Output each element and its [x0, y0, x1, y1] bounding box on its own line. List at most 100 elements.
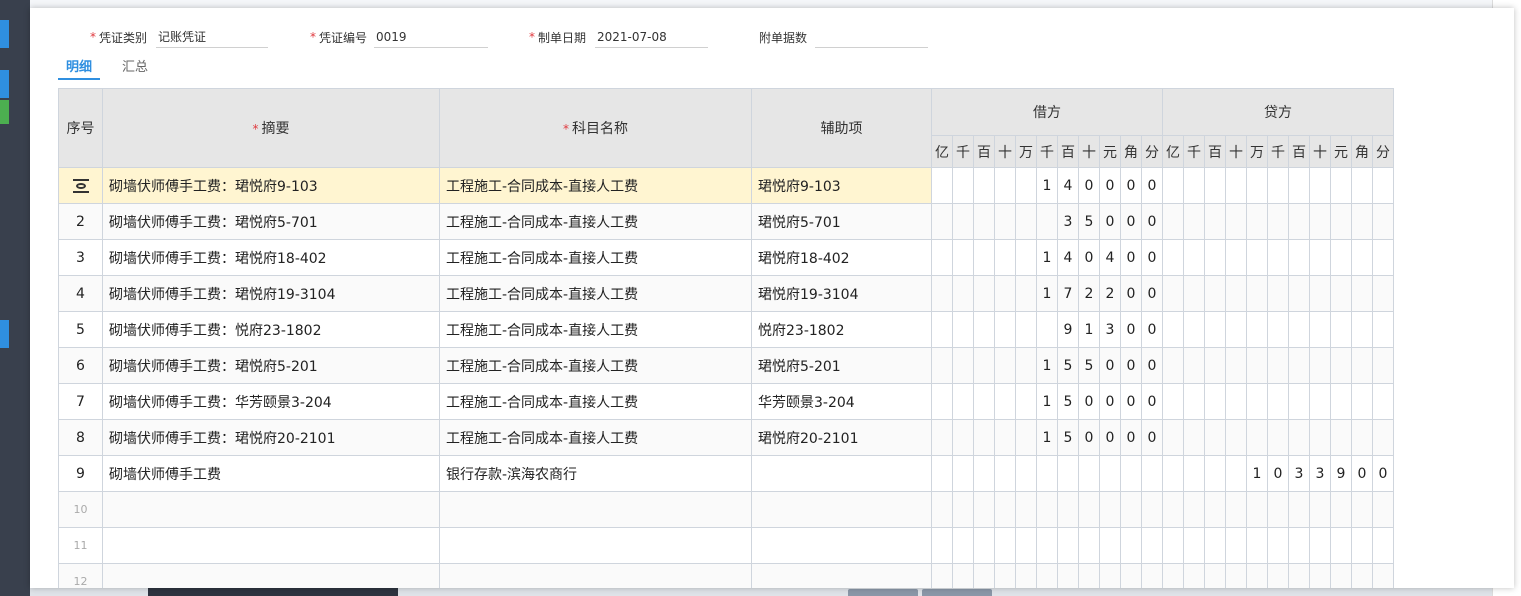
- credit-digit-cell[interactable]: [1267, 167, 1289, 204]
- debit-digit-cell[interactable]: [973, 455, 995, 492]
- debit-digit-cell[interactable]: 5: [1078, 203, 1100, 240]
- credit-digit-cell[interactable]: [1225, 383, 1247, 420]
- credit-digit-cell[interactable]: [1183, 491, 1205, 528]
- debit-digit-cell[interactable]: [931, 383, 953, 420]
- credit-digit-cell[interactable]: [1162, 203, 1184, 240]
- debit-digit-cell[interactable]: [952, 527, 974, 564]
- credit-digit-cell[interactable]: [1246, 311, 1268, 348]
- summary-cell[interactable]: 砌墙伏师傅手工费：珺悦府20-2101: [102, 419, 440, 456]
- credit-digit-cell[interactable]: [1288, 239, 1310, 276]
- summary-cell[interactable]: 砌墙伏师傅手工费：悦府23-1802: [102, 311, 440, 348]
- aux-cell[interactable]: 珺悦府19-3104: [751, 275, 932, 312]
- debit-digit-cell[interactable]: [994, 167, 1016, 204]
- credit-digit-cell[interactable]: [1330, 347, 1352, 384]
- credit-digit-cell[interactable]: [1351, 311, 1373, 348]
- debit-digit-cell[interactable]: [1036, 563, 1058, 588]
- debit-digit-cell[interactable]: 3: [1057, 203, 1079, 240]
- credit-digit-cell[interactable]: [1372, 419, 1394, 456]
- debit-digit-cell[interactable]: [952, 239, 974, 276]
- credit-digit-cell[interactable]: [1162, 491, 1184, 528]
- debit-digit-cell[interactable]: 0: [1120, 383, 1142, 420]
- table-row[interactable]: 11: [58, 527, 1394, 564]
- debit-digit-cell[interactable]: 2: [1078, 275, 1100, 312]
- debit-digit-cell[interactable]: 1: [1036, 275, 1058, 312]
- debit-digit-cell[interactable]: [973, 167, 995, 204]
- debit-digit-cell[interactable]: 5: [1057, 419, 1079, 456]
- aux-cell[interactable]: [751, 563, 932, 588]
- debit-digit-cell[interactable]: [1099, 491, 1121, 528]
- debit-digit-cell[interactable]: [931, 239, 953, 276]
- account-cell[interactable]: 工程施工-合同成本-直接人工费: [439, 419, 752, 456]
- credit-digit-cell[interactable]: [1225, 527, 1247, 564]
- credit-digit-cell[interactable]: [1372, 239, 1394, 276]
- debit-digit-cell[interactable]: 5: [1078, 347, 1100, 384]
- credit-digit-cell[interactable]: [1267, 203, 1289, 240]
- credit-digit-cell[interactable]: [1372, 491, 1394, 528]
- debit-digit-cell[interactable]: 5: [1057, 347, 1079, 384]
- credit-digit-cell[interactable]: [1225, 491, 1247, 528]
- credit-digit-cell[interactable]: [1225, 167, 1247, 204]
- debit-digit-cell[interactable]: [931, 491, 953, 528]
- debit-digit-cell[interactable]: 7: [1057, 275, 1079, 312]
- credit-digit-cell[interactable]: [1162, 527, 1184, 564]
- credit-digit-cell[interactable]: [1162, 311, 1184, 348]
- debit-digit-cell[interactable]: [1036, 455, 1058, 492]
- debit-digit-cell[interactable]: 0: [1120, 311, 1142, 348]
- summary-cell[interactable]: 砌墙伏师傅手工费：珺悦府19-3104: [102, 275, 440, 312]
- debit-digit-cell[interactable]: [1015, 275, 1037, 312]
- credit-digit-cell[interactable]: [1288, 383, 1310, 420]
- debit-digit-cell[interactable]: [994, 491, 1016, 528]
- debit-digit-cell[interactable]: 1: [1036, 383, 1058, 420]
- debit-digit-cell[interactable]: [952, 311, 974, 348]
- debit-digit-cell[interactable]: 0: [1141, 347, 1163, 384]
- debit-digit-cell[interactable]: [931, 455, 953, 492]
- debit-digit-cell[interactable]: 4: [1099, 239, 1121, 276]
- debit-digit-cell[interactable]: 0: [1120, 203, 1142, 240]
- voucher-date-input[interactable]: 2021-07-08: [595, 26, 708, 48]
- debit-digit-cell[interactable]: [1015, 203, 1037, 240]
- debit-digit-cell[interactable]: 0: [1078, 383, 1100, 420]
- credit-digit-cell[interactable]: [1162, 383, 1184, 420]
- credit-digit-cell[interactable]: [1351, 419, 1373, 456]
- debit-digit-cell[interactable]: 4: [1057, 167, 1079, 204]
- credit-digit-cell[interactable]: 9: [1330, 455, 1352, 492]
- debit-digit-cell[interactable]: 0: [1141, 275, 1163, 312]
- voucher-type-input[interactable]: 记账凭证: [156, 26, 268, 48]
- credit-digit-cell[interactable]: [1183, 239, 1205, 276]
- aux-cell[interactable]: 珺悦府5-701: [751, 203, 932, 240]
- debit-digit-cell[interactable]: [1015, 455, 1037, 492]
- credit-digit-cell[interactable]: [1183, 419, 1205, 456]
- debit-digit-cell[interactable]: 0: [1078, 239, 1100, 276]
- debit-digit-cell[interactable]: [1141, 527, 1163, 564]
- credit-digit-cell[interactable]: [1372, 275, 1394, 312]
- credit-digit-cell[interactable]: [1225, 275, 1247, 312]
- credit-digit-cell[interactable]: [1204, 527, 1226, 564]
- debit-digit-cell[interactable]: [1099, 455, 1121, 492]
- summary-cell[interactable]: 砌墙伏师傅手工费：珺悦府5-701: [102, 203, 440, 240]
- debit-digit-cell[interactable]: 0: [1141, 167, 1163, 204]
- credit-digit-cell[interactable]: [1162, 239, 1184, 276]
- summary-cell[interactable]: [102, 563, 440, 588]
- debit-digit-cell[interactable]: [952, 383, 974, 420]
- credit-digit-cell[interactable]: [1162, 455, 1184, 492]
- credit-digit-cell[interactable]: [1225, 455, 1247, 492]
- aux-cell[interactable]: 珺悦府20-2101: [751, 419, 932, 456]
- table-row[interactable]: 3 砌墙伏师傅手工费：珺悦府18-402 工程施工-合同成本-直接人工费 珺悦府18-…: [58, 239, 1394, 276]
- credit-digit-cell[interactable]: [1330, 527, 1352, 564]
- credit-digit-cell[interactable]: [1288, 167, 1310, 204]
- credit-digit-cell[interactable]: [1351, 527, 1373, 564]
- debit-digit-cell[interactable]: [931, 419, 953, 456]
- debit-digit-cell[interactable]: [973, 563, 995, 588]
- debit-digit-cell[interactable]: [1141, 455, 1163, 492]
- credit-digit-cell[interactable]: [1204, 383, 1226, 420]
- row-handle[interactable]: [58, 167, 103, 204]
- voucher-number-input[interactable]: 0019: [374, 26, 488, 48]
- account-cell[interactable]: [439, 527, 752, 564]
- credit-digit-cell[interactable]: [1204, 419, 1226, 456]
- credit-digit-cell[interactable]: [1204, 455, 1226, 492]
- debit-digit-cell[interactable]: 0: [1120, 347, 1142, 384]
- debit-digit-cell[interactable]: [1036, 311, 1058, 348]
- credit-digit-cell[interactable]: [1246, 275, 1268, 312]
- debit-digit-cell[interactable]: 0: [1141, 239, 1163, 276]
- debit-digit-cell[interactable]: [994, 203, 1016, 240]
